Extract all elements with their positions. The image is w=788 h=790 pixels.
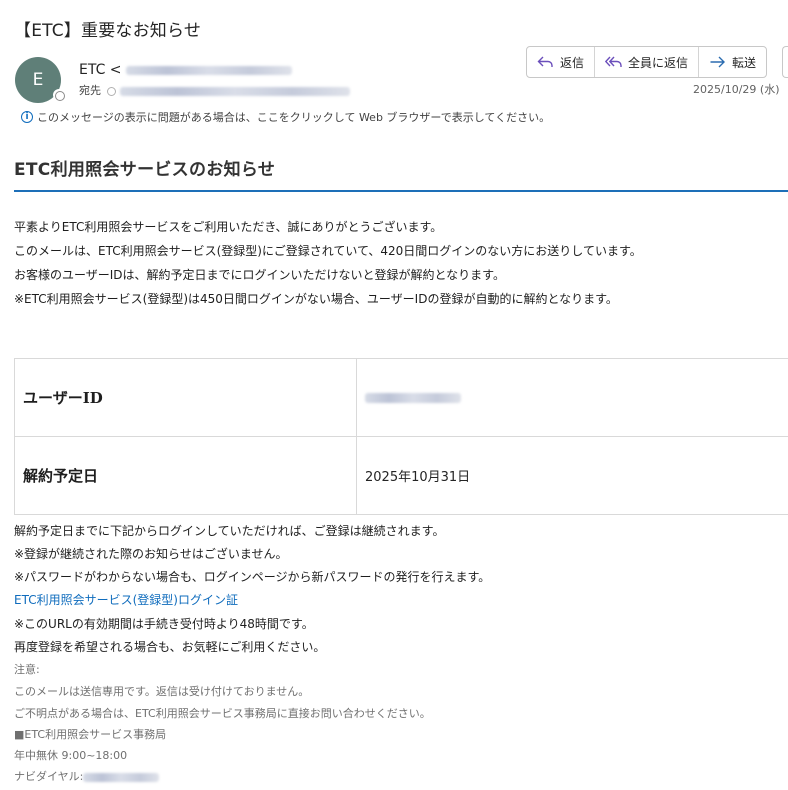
- forward-button[interactable]: 転送: [699, 47, 766, 77]
- forward-label: 転送: [732, 55, 757, 70]
- phone-redacted: [83, 772, 160, 782]
- received-date: 2025/10/29 (水): [693, 83, 780, 96]
- sender-line[interactable]: ETC <: [79, 62, 292, 78]
- note-heading: 注意:: [14, 663, 40, 676]
- recipient-presence-icon: [107, 86, 116, 96]
- sender-name: ETC <: [79, 62, 122, 78]
- note-line-1: このメールは送信専用です。返信は受け付けておりません。: [14, 685, 310, 698]
- user-id-label: ユーザーID: [14, 358, 357, 437]
- avatar-letter: E: [32, 70, 44, 90]
- reply-all-button[interactable]: 全員に返信: [595, 47, 700, 77]
- reply-button[interactable]: 返信: [527, 47, 596, 77]
- intro-line-3: お客様のユーザーIDは、解約予定日までにログインいただけないと登録が解約となりま…: [14, 268, 505, 282]
- email-subject: 【ETC】重要なお知らせ: [14, 21, 202, 41]
- user-id-redacted: [365, 392, 461, 403]
- navi-dial-label: ナビダイヤル:: [14, 770, 84, 783]
- login-link[interactable]: ETC利用照会サービス(登録型)ログイン証: [14, 591, 238, 608]
- user-id-value: [356, 358, 788, 437]
- note-line-3: ■ETC利用照会サービス事務局: [14, 728, 167, 741]
- more-actions-button[interactable]: [782, 46, 788, 78]
- table-row: ユーザーID: [14, 358, 788, 437]
- account-info-table: ユーザーID 解約予定日 2025年10月31日: [14, 358, 788, 515]
- sender-email-redacted: [126, 65, 292, 75]
- info-icon: i: [21, 111, 33, 123]
- note-line-5: ナビダイヤル:: [14, 768, 160, 784]
- info-bar[interactable]: i このメッセージの表示に問題がある場合は、ここをクリックして Web ブラウザ…: [21, 109, 550, 125]
- after-line-5: 再度登録を希望される場合も、お気軽にご利用ください。: [14, 640, 326, 654]
- note-line-4: 年中無休 9:00~18:00: [14, 749, 128, 762]
- cancel-date-label: 解約予定日: [14, 436, 357, 515]
- table-row: 解約予定日 2025年10月31日: [14, 436, 788, 515]
- note-line-2: ご不明点がある場合は、ETC利用照会サービス事務局に直接お問い合わせください。: [14, 707, 431, 720]
- body-heading: ETC利用照会サービスのお知らせ: [14, 160, 276, 180]
- cancel-date-value: 2025年10月31日: [356, 436, 788, 515]
- reply-all-label: 全員に返信: [628, 55, 689, 70]
- reply-all-icon: [605, 56, 622, 67]
- after-line-3: ※パスワードがわからない場合も、ログインページから新パスワードの発行を行えます。: [14, 570, 491, 584]
- presence-status-icon: [53, 89, 65, 101]
- intro-line-2: このメールは、ETC利用照会サービス(登録型)にご登録されていて、420日間ログ…: [14, 244, 642, 258]
- recipient-line[interactable]: 宛先: [79, 82, 350, 98]
- reply-label: 返信: [560, 55, 585, 70]
- forward-icon: [710, 56, 726, 68]
- intro-line-4: ※ETC利用照会サービス(登録型)は450日間ログインがない場合、ユーザーIDの…: [14, 292, 618, 306]
- info-bar-text[interactable]: このメッセージの表示に問題がある場合は、ここをクリックして Web ブラウザーで…: [37, 109, 550, 125]
- after-line-1: 解約予定日までに下記からログインしていただければ、ご登録は継続されます。: [14, 524, 445, 538]
- after-line-2: ※登録が継続された際のお知らせはございません。: [14, 547, 288, 561]
- intro-line-1: 平素よりETC利用照会サービスをご利用いただき、誠にありがとうございます。: [14, 220, 443, 234]
- heading-divider: [14, 190, 788, 192]
- to-label: 宛先: [79, 84, 101, 97]
- recipient-email-redacted: [120, 86, 350, 96]
- reply-icon: [537, 56, 553, 67]
- message-actions: 返信 全員に返信 転送: [526, 46, 768, 78]
- after-line-4: ※このURLの有効期間は手続き受付時より48時間です。: [14, 617, 314, 631]
